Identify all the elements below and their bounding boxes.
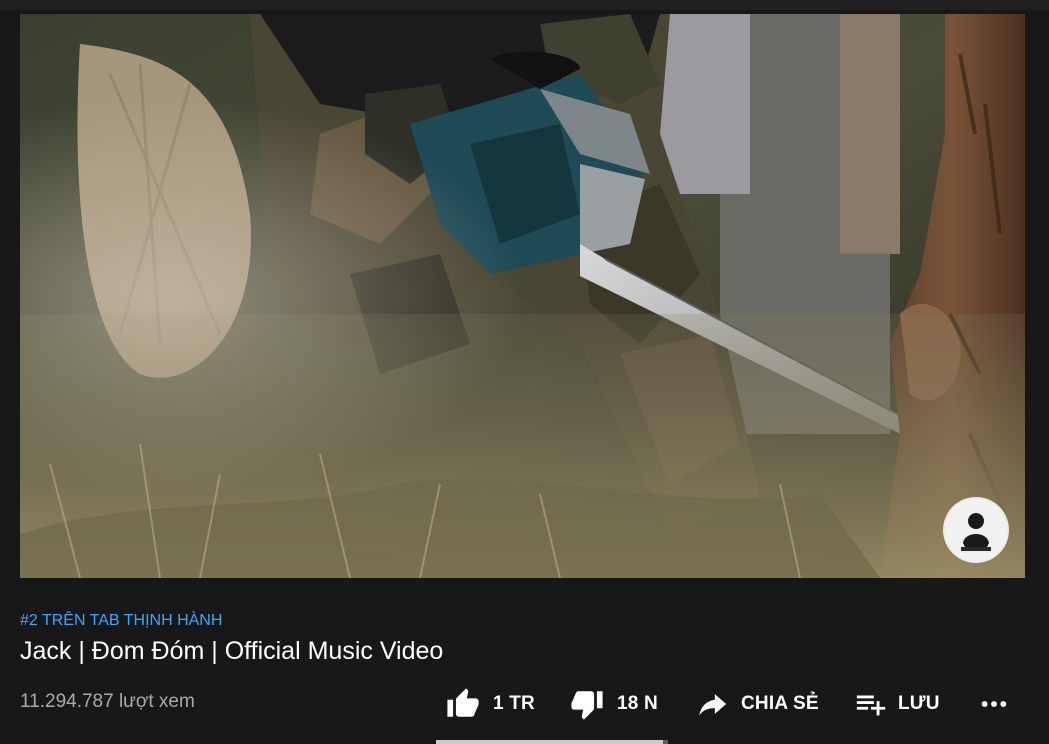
playlist-add-icon	[856, 695, 886, 716]
more-horizontal-icon	[981, 701, 1007, 707]
top-bar	[0, 0, 1049, 10]
sentiment-bar-fill	[436, 740, 664, 744]
like-count: 1 TR	[493, 693, 535, 714]
share-button[interactable]: CHIA SẺ	[695, 686, 819, 722]
like-dislike-sentiment-bar	[436, 740, 668, 744]
video-frame	[20, 14, 1025, 578]
channel-watermark-avatar[interactable]	[945, 499, 1007, 561]
share-arrow-icon	[699, 694, 727, 716]
share-label: CHIA SẺ	[741, 693, 819, 714]
dislike-button[interactable]: 18 N	[569, 686, 658, 722]
dislike-count: 18 N	[617, 693, 658, 714]
thumbs-up-icon	[447, 688, 479, 717]
video-title: Jack | Đom Đóm | Official Music Video	[20, 637, 444, 665]
save-label: LƯU	[898, 693, 940, 714]
trending-hashtag-link[interactable]: #2 TRÊN TAB THỊNH HÀNH	[20, 612, 222, 630]
view-count: 11.294.787 lượt xem	[20, 691, 195, 712]
save-to-playlist-button[interactable]: LƯU	[854, 686, 940, 722]
more-actions-button[interactable]	[978, 686, 1010, 722]
avatar-icon	[945, 499, 1007, 561]
like-button[interactable]: 1 TR	[445, 686, 535, 722]
video-player[interactable]	[20, 14, 1025, 578]
thumbs-down-icon	[571, 691, 603, 720]
